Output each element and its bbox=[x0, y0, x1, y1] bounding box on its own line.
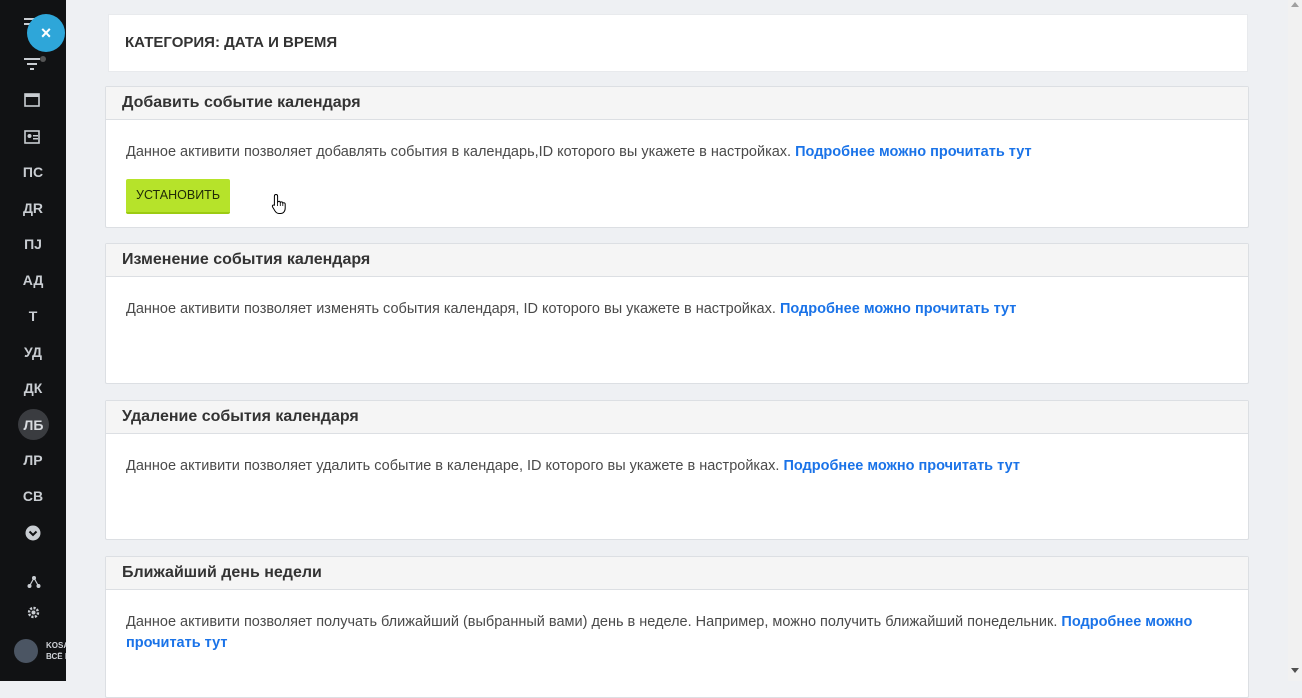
brand-block[interactable]: KOSA ВСЁ Б bbox=[14, 638, 66, 664]
scroll-down-arrow-icon[interactable] bbox=[1291, 668, 1299, 673]
install-button[interactable]: УСТАНОВИТЬ bbox=[126, 179, 231, 214]
brand-logo-icon bbox=[14, 639, 38, 663]
card-description: Данное активити позволяет получать ближа… bbox=[126, 614, 1058, 630]
activity-card-delete-event: Удаление события календаря Данное активи… bbox=[105, 400, 1249, 540]
brand-line-2: ВСЁ Б bbox=[46, 652, 66, 661]
contact-card-icon[interactable] bbox=[24, 129, 42, 145]
sidebar-item-lb[interactable]: ЛБ bbox=[18, 409, 49, 440]
sidebar-item-ad[interactable]: АД bbox=[0, 272, 66, 288]
card-description: Данное активити позволяет удалить событи… bbox=[126, 458, 780, 474]
sidebar-item-dr[interactable]: ДR bbox=[0, 200, 66, 216]
sidebar-item-pj[interactable]: ПJ bbox=[0, 236, 66, 252]
vertical-scrollbar[interactable] bbox=[1288, 0, 1302, 681]
sidebar-item-ps[interactable]: ПС bbox=[0, 164, 66, 180]
card-body: Данное активити позволяет изменять событ… bbox=[106, 277, 1248, 320]
read-more-link[interactable]: Подробнее можно прочитать тут bbox=[780, 301, 1016, 317]
close-icon: × bbox=[40, 22, 52, 43]
main-content: КАТЕГОРИЯ: ДАТА И ВРЕМЯ Добавить событие… bbox=[66, 0, 1288, 698]
sidebar-item-dk[interactable]: ДК bbox=[0, 380, 66, 396]
activity-card-edit-event: Изменение события календаря Данное актив… bbox=[105, 243, 1249, 384]
card-title: Добавить событие календаря bbox=[106, 87, 1248, 120]
brand-line-1: KOSA bbox=[46, 641, 66, 650]
sidebar-item-t[interactable]: Т bbox=[0, 308, 66, 324]
chevron-down-icon[interactable] bbox=[25, 525, 41, 541]
card-title: Изменение события календаря bbox=[106, 244, 1248, 277]
card-description: Данное активити позволяет добавлять собы… bbox=[126, 144, 792, 160]
card-body: Данное активити позволяет удалить событи… bbox=[106, 434, 1248, 477]
sidebar-item-lr[interactable]: ЛР bbox=[0, 452, 66, 468]
card-title: Удаление события календаря bbox=[106, 401, 1248, 434]
hand-cursor-icon bbox=[271, 193, 286, 214]
filter-icon[interactable] bbox=[24, 56, 46, 74]
page-title: КАТЕГОРИЯ: ДАТА И ВРЕМЯ bbox=[125, 34, 338, 51]
read-more-link[interactable]: Подробнее можно прочитать тут bbox=[783, 458, 1019, 474]
window-icon[interactable] bbox=[24, 92, 42, 108]
share-icon[interactable] bbox=[27, 575, 41, 589]
category-header: КАТЕГОРИЯ: ДАТА И ВРЕМЯ bbox=[108, 14, 1248, 72]
activity-card-nearest-weekday: Ближайший день недели Данное активити по… bbox=[105, 556, 1249, 698]
close-button[interactable]: × bbox=[27, 14, 65, 52]
card-description: Данное активити позволяет изменять событ… bbox=[126, 301, 776, 317]
left-sidebar: ПС ДR ПJ АД Т УД ДК ЛБ ЛР СВ KOSA ВСЁ Б bbox=[0, 0, 66, 681]
sidebar-item-sv[interactable]: СВ bbox=[0, 488, 66, 504]
gear-icon[interactable] bbox=[26, 605, 41, 620]
read-more-link[interactable]: Подробнее можно прочитать тут bbox=[795, 144, 1031, 160]
scroll-up-arrow-icon[interactable] bbox=[1291, 2, 1299, 7]
sidebar-item-ud[interactable]: УД bbox=[0, 344, 66, 360]
card-title: Ближайший день недели bbox=[106, 557, 1248, 590]
card-body: Данное активити позволяет получать ближа… bbox=[106, 590, 1248, 654]
